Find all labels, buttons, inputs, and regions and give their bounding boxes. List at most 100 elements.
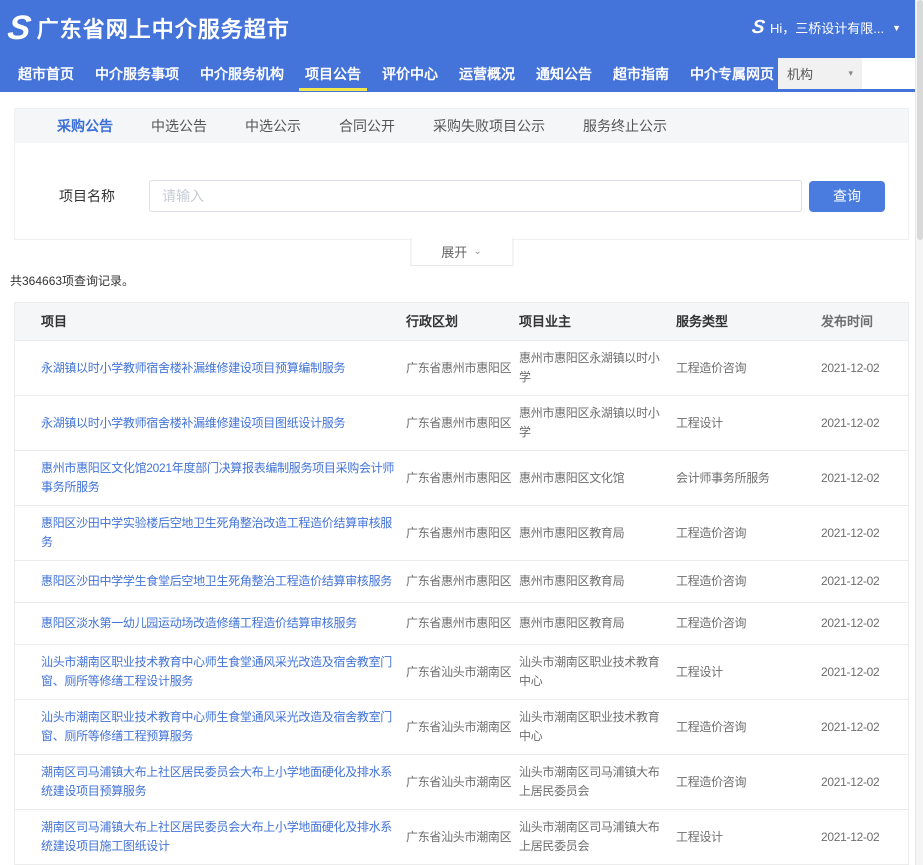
service-type-cell: 工程造价咨询 <box>676 351 821 386</box>
service-type-cell: 工程造价咨询 <box>676 710 821 745</box>
nav-item-1[interactable]: 中介服务事项 <box>91 55 183 92</box>
main-navbar: 超市首页中介服务事项中介服务机构项目公告评价中心运营概况通知公告超市指南中介专属… <box>0 55 915 92</box>
owner-cell: 惠州市惠阳区教育局 <box>519 606 676 641</box>
nav-item-7[interactable]: 超市指南 <box>609 55 673 92</box>
tab-1[interactable]: 中选公告 <box>151 116 207 136</box>
column-header-service-type: 服务类型 <box>676 304 821 339</box>
scrollbar[interactable] <box>915 0 923 865</box>
scrollbar-thumb[interactable] <box>917 0 923 240</box>
publish-date-cell: 2021-12-02 <box>821 820 908 855</box>
project-cell: 汕头市潮南区职业技术教育中心师生食堂通风采光改造及宿舍教室门窗、厕所等修缮工程设… <box>15 645 406 699</box>
project-cell: 惠阳区淡水第一幼儿园运动场改造修缮工程造价结算审核服务 <box>15 606 406 641</box>
column-header-project: 项目 <box>15 304 406 339</box>
project-link[interactable]: 惠阳区沙田中学实验楼后空地卫生死角整治改造工程造价结算审核服务 <box>41 516 392 549</box>
tab-2[interactable]: 中选公示 <box>245 116 301 136</box>
results-table: 项目 行政区划 项目业主 服务类型 发布时间 永湖镇以时小学教师宿舍楼补漏维修建… <box>14 302 909 865</box>
owner-cell: 惠州市惠阳区永湖镇以时小学 <box>519 396 676 450</box>
content-column: S 广东省网上中介服务超市 S Hi，三桥设计有限... ▼ 超市首页中介服务事… <box>0 0 915 865</box>
nav-item-0[interactable]: 超市首页 <box>14 55 78 92</box>
project-cell: 永湖镇以时小学教师宿舍楼补漏维修建设项目预算编制服务 <box>15 351 406 386</box>
top-header-bar: S 广东省网上中介服务超市 S Hi，三桥设计有限... ▼ <box>0 0 915 55</box>
service-type-cell: 工程造价咨询 <box>676 765 821 800</box>
page: S 广东省网上中介服务超市 S Hi，三桥设计有限... ▼ 超市首页中介服务事… <box>0 0 923 865</box>
tab-3[interactable]: 合同公开 <box>339 116 395 136</box>
table-row: 汕头市潮南区职业技术教育中心师生食堂通风采光改造及宿舍教室门窗、厕所等修缮工程设… <box>15 645 908 700</box>
user-greeting: Hi，三桥设计有限... <box>770 18 884 37</box>
announcement-panel: 采购公告中选公告中选公示合同公开采购失败项目公示服务终止公示 项目名称 查询 展… <box>14 108 909 240</box>
region-cell: 广东省惠州市惠阳区 <box>406 351 519 386</box>
region-cell: 广东省惠州市惠阳区 <box>406 461 519 496</box>
project-link[interactable]: 惠州市惠阳区文化馆2021年度部门决算报表编制服务项目采购会计师事务所服务 <box>41 461 394 494</box>
owner-cell: 惠州市惠阳区教育局 <box>519 516 676 551</box>
column-header-owner: 项目业主 <box>519 304 676 339</box>
user-menu[interactable]: S Hi，三桥设计有限... ▼ <box>752 18 901 37</box>
service-type-cell: 工程造价咨询 <box>676 516 821 551</box>
expand-filters-button[interactable]: 展开 ⌄ <box>410 238 513 266</box>
user-org-logo-icon: S <box>751 18 764 37</box>
nav-item-5[interactable]: 运营概况 <box>455 55 519 92</box>
owner-cell: 汕头市潮南区司马浦镇大布上居民委员会 <box>519 810 676 864</box>
expand-label: 展开 <box>441 242 467 261</box>
search-category-value: 机构 <box>787 64 813 83</box>
nav-item-3[interactable]: 项目公告 <box>301 55 365 92</box>
table-row: 永湖镇以时小学教师宿舍楼补漏维修建设项目预算编制服务 广东省惠州市惠阳区 惠州市… <box>15 341 908 396</box>
service-type-cell: 工程设计 <box>676 820 821 855</box>
tab-4[interactable]: 采购失败项目公示 <box>433 116 545 136</box>
service-type-cell: 工程造价咨询 <box>676 564 821 599</box>
project-link[interactable]: 永湖镇以时小学教师宿舍楼补漏维修建设项目图纸设计服务 <box>41 416 345 430</box>
publish-date-cell: 2021-12-02 <box>821 461 908 496</box>
project-name-input[interactable] <box>149 180 802 212</box>
chevron-down-icon: ⌄ <box>473 246 481 257</box>
nav-search-input[interactable] <box>862 58 923 89</box>
project-cell: 惠阳区沙田中学实验楼后空地卫生死角整治改造工程造价结算审核服务 <box>15 506 406 560</box>
service-type-cell: 工程设计 <box>676 655 821 690</box>
brand: S 广东省网上中介服务超市 <box>8 11 290 45</box>
table-header-row: 项目 行政区划 项目业主 服务类型 发布时间 <box>15 303 908 341</box>
region-cell: 广东省惠州市惠阳区 <box>406 406 519 441</box>
publish-date-cell: 2021-12-02 <box>821 516 908 551</box>
chevron-down-icon: ▼ <box>892 23 901 33</box>
service-type-cell: 工程设计 <box>676 406 821 441</box>
publish-date-cell: 2021-12-02 <box>821 765 908 800</box>
region-cell: 广东省惠州市惠阳区 <box>406 606 519 641</box>
project-link[interactable]: 汕头市潮南区职业技术教育中心师生食堂通风采光改造及宿舍教室门窗、厕所等修缮工程设… <box>41 655 392 688</box>
project-cell: 潮南区司马浦镇大布上社区居民委员会大布上小学地面硬化及排水系统建设项目预算服务 <box>15 755 406 809</box>
query-button[interactable]: 查询 <box>809 181 885 212</box>
site-title: 广东省网上中介服务超市 <box>37 12 290 44</box>
owner-cell: 汕头市潮南区职业技术教育中心 <box>519 700 676 754</box>
table-row: 惠阳区沙田中学实验楼后空地卫生死角整治改造工程造价结算审核服务 广东省惠州市惠阳… <box>15 506 908 561</box>
tab-5[interactable]: 服务终止公示 <box>583 116 667 136</box>
column-header-region: 行政区划 <box>406 304 519 339</box>
project-cell: 惠州市惠阳区文化馆2021年度部门决算报表编制服务项目采购会计师事务所服务 <box>15 451 406 505</box>
chevron-down-icon: ▾ <box>848 68 853 79</box>
site-logo-icon: S <box>6 11 31 45</box>
project-link[interactable]: 惠阳区沙田中学学生食堂后空地卫生死角整治工程造价结算审核服务 <box>41 574 392 588</box>
nav-item-8[interactable]: 中介专属网页 <box>686 55 778 92</box>
results-summary: 共364663项查询记录。 <box>10 272 909 289</box>
region-cell: 广东省惠州市惠阳区 <box>406 516 519 551</box>
search-category-select[interactable]: 机构 ▾ <box>778 58 862 89</box>
owner-cell: 汕头市潮南区司马浦镇大布上居民委员会 <box>519 755 676 809</box>
table-row: 惠州市惠阳区文化馆2021年度部门决算报表编制服务项目采购会计师事务所服务 广东… <box>15 451 908 506</box>
nav-item-4[interactable]: 评价中心 <box>378 55 442 92</box>
nav-item-6[interactable]: 通知公告 <box>532 55 596 92</box>
table-row: 惠阳区沙田中学学生食堂后空地卫生死角整治工程造价结算审核服务 广东省惠州市惠阳区… <box>15 561 908 603</box>
tab-0[interactable]: 采购公告 <box>57 116 113 136</box>
nav-search-group: 机构 ▾ <box>778 58 923 89</box>
owner-cell: 惠州市惠阳区教育局 <box>519 564 676 599</box>
project-link[interactable]: 永湖镇以时小学教师宿舍楼补漏维修建设项目预算编制服务 <box>41 361 345 375</box>
project-link[interactable]: 惠阳区淡水第一幼儿园运动场改造修缮工程造价结算审核服务 <box>41 616 357 630</box>
project-link[interactable]: 潮南区司马浦镇大布上社区居民委员会大布上小学地面硬化及排水系统建设项目施工图纸设… <box>41 820 392 853</box>
publish-date-cell: 2021-12-02 <box>821 406 908 441</box>
service-type-cell: 工程造价咨询 <box>676 606 821 641</box>
publish-date-cell: 2021-12-02 <box>821 564 908 599</box>
publish-date-cell: 2021-12-02 <box>821 710 908 745</box>
region-cell: 广东省汕头市潮南区 <box>406 710 519 745</box>
nav-item-2[interactable]: 中介服务机构 <box>196 55 288 92</box>
table-body: 永湖镇以时小学教师宿舍楼补漏维修建设项目预算编制服务 广东省惠州市惠阳区 惠州市… <box>15 341 908 864</box>
project-link[interactable]: 汕头市潮南区职业技术教育中心师生食堂通风采光改造及宿舍教室门窗、厕所等修缮工程预… <box>41 710 392 743</box>
project-link[interactable]: 潮南区司马浦镇大布上社区居民委员会大布上小学地面硬化及排水系统建设项目预算服务 <box>41 765 392 798</box>
main-content: 采购公告中选公告中选公示合同公开采购失败项目公示服务终止公示 项目名称 查询 展… <box>0 108 915 865</box>
table-row: 永湖镇以时小学教师宿舍楼补漏维修建设项目图纸设计服务 广东省惠州市惠阳区 惠州市… <box>15 396 908 451</box>
table-row: 潮南区司马浦镇大布上社区居民委员会大布上小学地面硬化及排水系统建设项目预算服务 … <box>15 755 908 810</box>
